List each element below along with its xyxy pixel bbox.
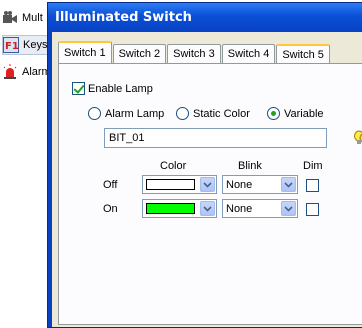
alarm-lamp-label: Alarm Lamp [105,108,164,120]
tab-panel [58,63,362,325]
switch-tabs: Switch 1 Switch 2 Switch 3 Switch 4 Swit… [58,41,331,63]
svg-text:F1: F1 [5,41,19,52]
sidebar-item-label: Mult [22,12,43,24]
chevron-down-icon[interactable] [281,177,296,192]
sidebar-item-mult[interactable]: Mult [2,8,43,28]
alarm-lamp-radio[interactable] [88,107,101,120]
sidebar-item-alarm[interactable]: Alarm [2,62,51,82]
variable-radio[interactable] [267,107,280,120]
alarm-lamp-option[interactable]: Alarm Lamp [88,107,164,120]
chevron-down-icon[interactable] [281,201,296,216]
dialog-title-bar[interactable]: Illuminated Switch [48,3,362,32]
enable-lamp-label: Enable Lamp [88,83,153,95]
tab-switch-5[interactable]: Switch 5 [276,44,330,63]
on-blink-value: None [226,203,252,215]
off-blink-value: None [226,179,252,191]
variable-option[interactable]: Variable [267,107,324,120]
tab-switch-4[interactable]: Switch 4 [222,44,276,63]
alarm-light-icon [2,64,18,80]
off-blink-dropdown[interactable]: None [222,175,298,194]
static-color-option[interactable]: Static Color [176,107,250,120]
on-dim-checkbox[interactable] [306,203,319,216]
enable-lamp-checkbox[interactable] [72,82,85,95]
dim-column-header: Dim [303,160,323,172]
illuminated-switch-dialog: Illuminated Switch Switch 1 Switch 2 Swi… [47,2,362,328]
off-color-swatch [146,179,195,190]
function-key-icon: F1 [3,37,19,53]
sidebar-item-label: Keys [23,39,47,51]
tab-switch-2[interactable]: Switch 2 [113,44,167,63]
enable-lamp-row: Enable Lamp [72,82,153,95]
variable-input[interactable]: BIT_01 [104,128,327,148]
off-color-dropdown[interactable] [142,175,217,194]
chevron-down-icon[interactable] [200,177,215,192]
on-color-swatch [146,203,195,214]
off-dim-checkbox[interactable] [306,179,319,192]
on-color-dropdown[interactable] [142,199,217,218]
on-blink-dropdown[interactable]: None [222,199,298,218]
dialog-frame [48,32,52,327]
off-row-label: Off [103,179,117,191]
video-camera-icon [2,10,18,26]
static-color-label: Static Color [193,108,250,120]
static-color-radio[interactable] [176,107,189,120]
on-row-label: On [103,203,118,215]
tab-switch-1[interactable]: Switch 1 [58,41,112,63]
dialog-title: Illuminated Switch [55,10,192,25]
color-column-header: Color [160,160,186,172]
tab-switch-3[interactable]: Switch 3 [167,44,221,63]
blink-column-header: Blink [238,160,262,172]
variable-label: Variable [284,108,324,120]
chevron-down-icon[interactable] [200,201,215,216]
tag-browse-bulb-icon[interactable] [353,130,362,147]
